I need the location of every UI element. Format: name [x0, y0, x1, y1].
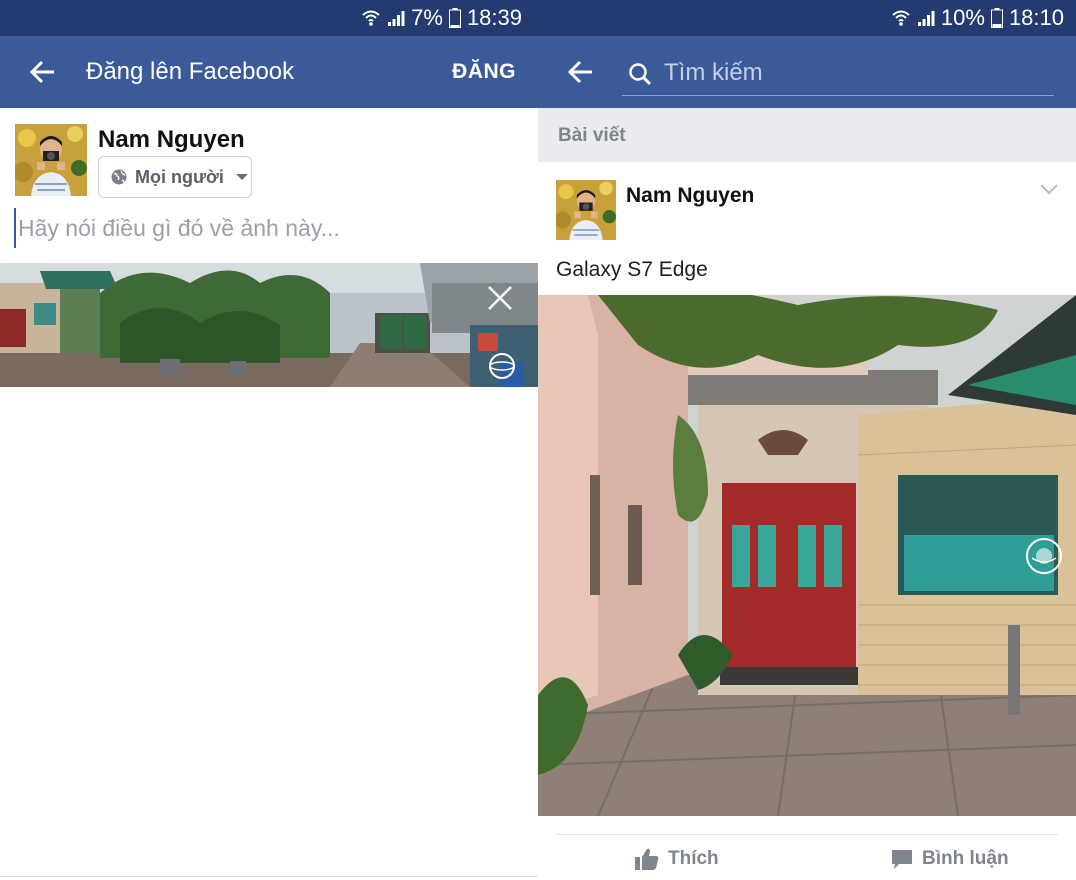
post-author-avatar[interactable]	[556, 180, 616, 240]
app-bar	[538, 36, 1076, 108]
back-button[interactable]	[560, 54, 600, 90]
comment-label: Bình luận	[922, 848, 1009, 869]
avatar	[15, 124, 87, 196]
search-input[interactable]	[664, 56, 1044, 90]
post-author-name[interactable]: Nam Nguyen	[626, 184, 754, 208]
section-title: Bài viết	[558, 125, 626, 146]
comment-button[interactable]: Bình luận	[890, 844, 1009, 874]
like-icon	[635, 848, 659, 870]
clock: 18:10	[1008, 5, 1064, 30]
post-button[interactable]: ĐĂNG	[452, 60, 516, 84]
composer-screen: 7% 18:39 Đăng lên Facebook ĐĂNG Nam Nguy…	[0, 0, 538, 880]
battery-icon	[990, 8, 1003, 28]
globe-icon	[111, 169, 127, 185]
wifi-icon	[892, 10, 910, 26]
app-bar: Đăng lên Facebook ĐĂNG	[0, 36, 538, 108]
panorama-360-indicator[interactable]	[1024, 536, 1064, 576]
post-photo[interactable]	[538, 295, 1076, 816]
status-bar: 10% 18:10	[538, 0, 1076, 36]
chevron-down-icon	[1040, 184, 1058, 195]
search-icon	[629, 63, 652, 86]
signal-icon	[917, 11, 935, 26]
section-header: Bài viết	[538, 108, 1076, 162]
page-title: Đăng lên Facebook	[86, 58, 295, 85]
signal-icon	[388, 11, 405, 26]
post-text: Galaxy S7 Edge	[556, 258, 708, 281]
caption-input[interactable]	[14, 208, 524, 248]
post-options-button[interactable]	[1040, 182, 1058, 200]
composer-user-name: Nam Nguyen	[98, 126, 245, 153]
panorama-photo-preview	[0, 263, 538, 387]
back-arrow-icon	[567, 60, 592, 84]
like-button[interactable]: Thích	[634, 844, 719, 874]
panorama-360-indicator	[488, 352, 516, 380]
divider	[556, 834, 1058, 835]
panorama-360-icon	[1026, 538, 1062, 574]
battery-icon	[448, 8, 461, 28]
back-arrow-icon	[29, 60, 54, 84]
like-label: Thích	[668, 848, 719, 869]
panorama-360-icon	[489, 353, 515, 379]
dropdown-caret-icon	[235, 174, 248, 180]
search-field	[622, 52, 1054, 96]
back-button[interactable]	[22, 54, 62, 90]
battery-percent: 7%	[411, 5, 443, 30]
status-bar: 7% 18:39	[0, 0, 538, 36]
divider	[0, 876, 538, 877]
audience-selector[interactable]: Mọi người	[98, 156, 252, 198]
search-results-screen: 10% 18:10 Bài viết Nam Nguyen	[538, 0, 1076, 880]
comment-icon	[892, 850, 912, 869]
wifi-icon	[362, 10, 380, 26]
remove-photo-button[interactable]	[486, 284, 514, 312]
clock: 18:39	[466, 5, 522, 30]
close-icon	[488, 286, 512, 310]
battery-percent: 10%	[940, 5, 985, 30]
audience-label: Mọi người	[135, 166, 224, 187]
